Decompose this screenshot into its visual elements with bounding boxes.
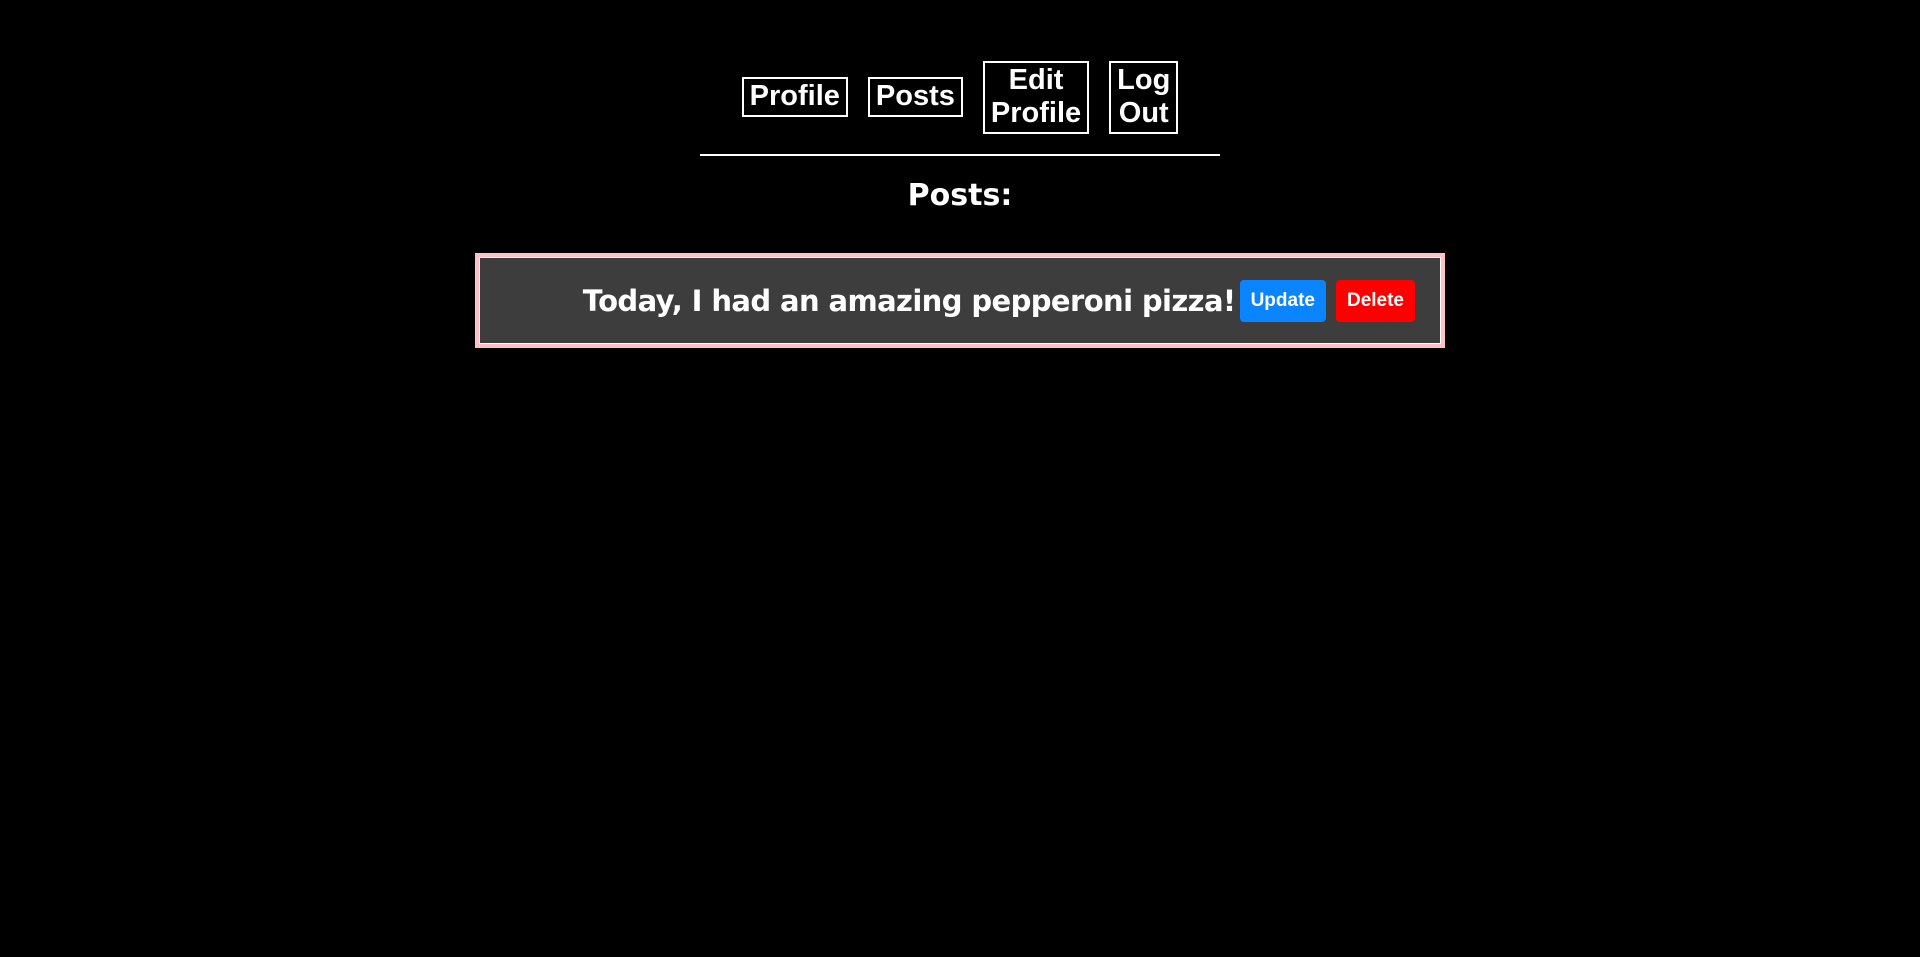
delete-button[interactable]: Delete <box>1335 279 1415 322</box>
edit-profile-nav-label-line-2: Profile <box>990 96 1082 129</box>
nav-divider <box>700 154 1220 156</box>
edit-profile-nav-button[interactable]: Edit Profile <box>982 60 1090 134</box>
log-out-nav-button[interactable]: Log Out <box>1109 60 1179 134</box>
log-out-nav-label-line-2: Out <box>1118 96 1169 129</box>
posts-heading: Posts: <box>907 178 1013 213</box>
profile-nav-button[interactable]: Profile <box>741 77 848 117</box>
post-card: Today, I had an amazing pepperoni pizza!… <box>475 253 1445 348</box>
posts-nav-label: Posts <box>875 80 955 112</box>
update-button[interactable]: Update <box>1239 279 1326 322</box>
posts-nav-button[interactable]: Posts <box>867 77 963 117</box>
page: Profile Posts Edit Profile Log Out Posts… <box>0 0 1920 957</box>
top-nav: Profile Posts Edit Profile Log Out <box>0 60 1920 134</box>
post-text: Today, I had an amazing pepperoni pizza! <box>582 283 1236 318</box>
edit-profile-nav-label-line-1: Edit <box>1008 63 1064 96</box>
profile-nav-label: Profile <box>749 80 840 112</box>
log-out-nav-label-line-1: Log <box>1117 63 1171 96</box>
